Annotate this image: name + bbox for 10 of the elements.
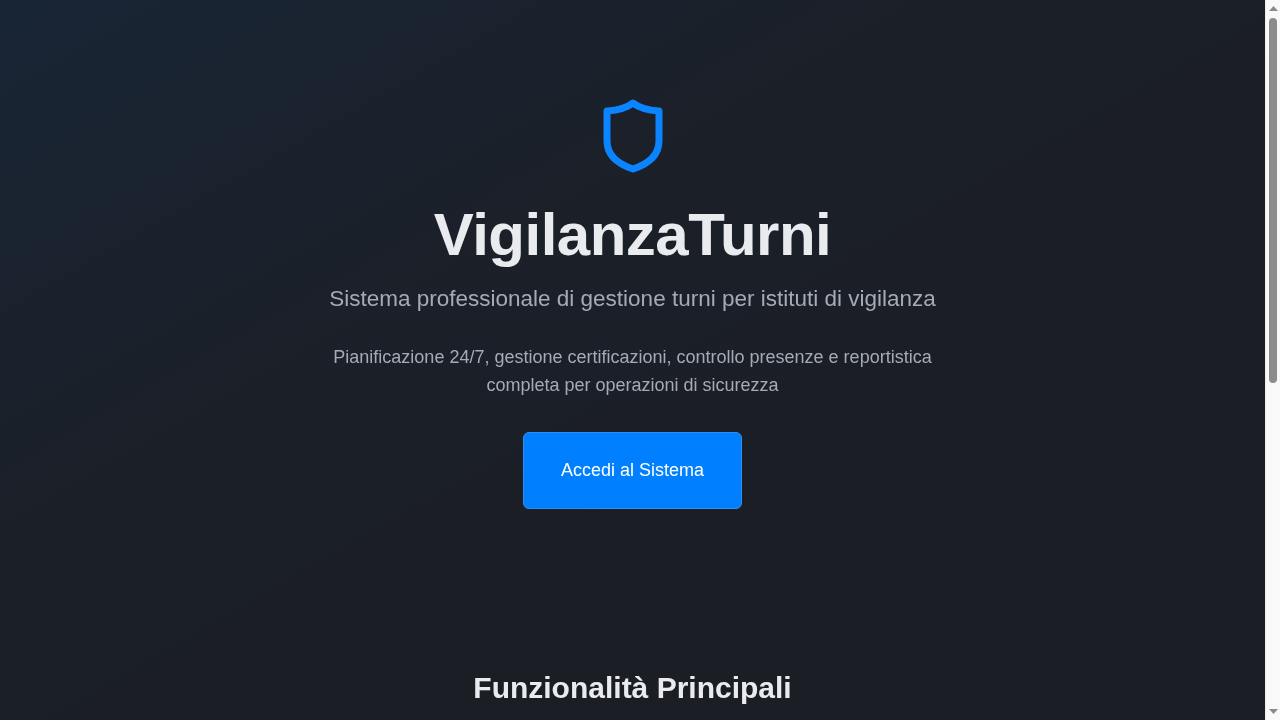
section-heading: Funzionalità Principali bbox=[473, 670, 792, 706]
scroll-down-icon[interactable] bbox=[1268, 709, 1278, 714]
scrollbar-thumb[interactable] bbox=[1269, 18, 1277, 383]
scroll-up-icon[interactable] bbox=[1268, 6, 1278, 11]
login-button[interactable]: Accedi al Sistema bbox=[523, 432, 742, 509]
subtitle: Sistema professionale di gestione turni per istituti di vigilanza bbox=[329, 285, 936, 313]
app-title: VigilanzaTurni bbox=[433, 200, 832, 270]
shield-icon bbox=[601, 99, 664, 173]
description: Pianificazione 24/7, gestione certificazioni, controllo presenze e reportistica completa per operazioni di sicurezza bbox=[332, 346, 933, 397]
scrollbar[interactable] bbox=[1265, 0, 1280, 720]
